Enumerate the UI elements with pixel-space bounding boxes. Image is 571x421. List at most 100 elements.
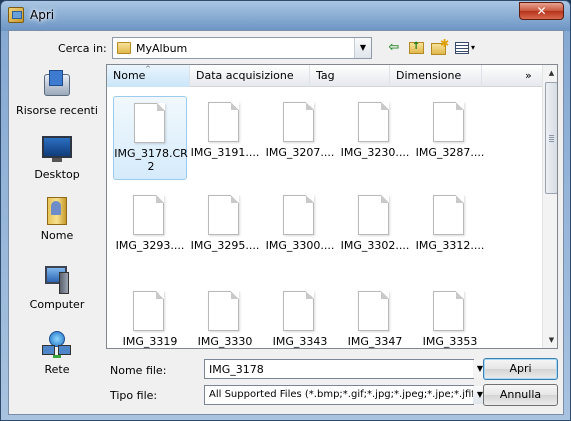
place-label: Rete — [44, 363, 70, 376]
place-network[interactable]: Rete — [9, 329, 105, 376]
vertical-scrollbar[interactable]: ▲ ▼ — [542, 65, 557, 348]
file-icon — [358, 195, 389, 235]
file-icon — [208, 102, 239, 142]
lookin-label: Cerca in: — [58, 42, 107, 55]
file-tile[interactable]: IMG_3230.... — [338, 96, 412, 180]
sort-ascending-icon: ^ — [145, 65, 151, 73]
computer-icon — [41, 264, 73, 296]
file-name: IMG_3293.... — [115, 239, 185, 252]
file-list-view[interactable]: ^ Nome Data acquisizione Tag Dimensione … — [106, 64, 558, 349]
file-tile[interactable]: IMG_3300.... — [263, 189, 337, 273]
file-name: IMG_3302.... — [340, 239, 410, 252]
file-icon — [208, 291, 239, 331]
up-arrow-icon: ↑ — [412, 41, 421, 52]
file-icon — [133, 195, 164, 235]
filetype-label: Tipo file: — [110, 389, 158, 402]
more-columns-button[interactable]: » — [517, 65, 542, 87]
file-name: IMG_3300.... — [265, 239, 335, 252]
file-name: IMG_3207.... — [265, 146, 335, 159]
network-icon — [41, 329, 73, 361]
filetype-select[interactable]: All Supported Files (*.bmp;*.gif;*.jpg;*… — [204, 385, 474, 405]
file-icon — [433, 291, 464, 331]
file-name: IMG_3353 — [422, 335, 478, 348]
column-header: ^ Nome Data acquisizione Tag Dimensione … — [107, 65, 542, 87]
file-tile[interactable]: IMG_3302.... — [338, 189, 412, 273]
column-label: Nome — [113, 69, 146, 82]
file-name: IMG_3230.... — [340, 146, 410, 159]
column-tag[interactable]: Tag — [310, 65, 390, 87]
file-icon — [358, 102, 389, 142]
lookin-combo[interactable]: MyAlbum ▼ — [112, 37, 372, 59]
place-recent[interactable]: Risorse recenti — [9, 70, 105, 117]
lookin-value: MyAlbum — [136, 42, 188, 55]
file-name: IMG_3295.... — [190, 239, 260, 252]
title-bar[interactable]: Apri ✕ — [1, 1, 570, 30]
scroll-down-arrow-icon[interactable]: ▼ — [544, 332, 557, 348]
views-icon — [455, 42, 469, 54]
file-name: IMG_3347 — [347, 335, 403, 348]
filename-label: Nome file: — [110, 364, 167, 377]
scroll-up-arrow-icon[interactable]: ▲ — [544, 65, 557, 82]
recent-places-icon — [41, 70, 73, 102]
back-button[interactable]: ⇦ — [385, 39, 403, 57]
cancel-button[interactable]: Annulla — [483, 384, 558, 406]
file-tile[interactable]: IMG_3293.... — [113, 189, 187, 273]
file-name: IMG_3191.... — [190, 146, 260, 159]
file-icon — [433, 195, 464, 235]
open-button[interactable]: Apri — [483, 358, 558, 380]
filename-input[interactable] — [204, 359, 474, 379]
file-name: IMG_3343 — [272, 335, 328, 348]
place-label: Nome — [40, 229, 74, 242]
file-icon — [283, 291, 314, 331]
user-folder-icon — [41, 195, 73, 227]
file-icon — [358, 291, 389, 331]
file-icon — [208, 195, 239, 235]
file-tile[interactable]: IMG_3191.... — [188, 96, 262, 180]
file-name: IMG_3287.... — [415, 146, 485, 159]
file-tile[interactable]: IMG_3312.... — [413, 189, 487, 273]
file-name: IMG_3178.CR2 — [114, 147, 188, 173]
views-menu-button[interactable]: ▾ — [454, 39, 480, 57]
column-date-taken[interactable]: Data acquisizione — [190, 65, 310, 87]
file-tile[interactable]: IMG_3207.... — [263, 96, 337, 180]
file-tile[interactable]: IMG_3178.CR2 — [113, 96, 188, 180]
sparkle-icon: ✱ — [440, 37, 450, 50]
file-tile[interactable]: IMG_3353 — [413, 285, 487, 348]
file-tile[interactable]: IMG_3287.... — [413, 96, 487, 180]
file-name: IMG_3312.... — [415, 239, 485, 252]
column-name[interactable]: ^ Nome — [107, 65, 190, 87]
file-icon — [134, 103, 165, 143]
file-name: IMG_3330 — [197, 335, 253, 348]
window-title: Apri — [30, 8, 55, 22]
places-bar: Risorse recenti Desktop Nome Computer Re… — [9, 64, 105, 414]
file-tile[interactable]: IMG_3295.... — [188, 189, 262, 273]
grip-icon — [549, 135, 554, 142]
desktop-icon — [41, 134, 73, 166]
place-label: Risorse recenti — [16, 104, 98, 117]
new-folder-button[interactable]: ✱ — [430, 37, 449, 57]
file-name: IMG_3319 — [122, 335, 178, 348]
place-desktop[interactable]: Desktop — [9, 134, 105, 181]
dialog-client-area: Cerca in: MyAlbum ▼ ⇦ ↑ ✱ ▾ Risorse rece… — [8, 30, 564, 415]
chevron-down-icon[interactable]: ▼ — [354, 38, 371, 58]
place-label: Computer — [29, 298, 85, 311]
file-tile[interactable]: IMG_3347 — [338, 285, 412, 348]
file-icon — [133, 291, 164, 331]
chevron-down-icon: ▾ — [471, 43, 476, 52]
file-icon — [283, 195, 314, 235]
file-tile[interactable]: IMG_3319 — [113, 285, 187, 348]
file-tile[interactable]: IMG_3343 — [263, 285, 337, 348]
file-icon — [433, 102, 464, 142]
place-computer[interactable]: Computer — [9, 264, 105, 311]
file-icon — [283, 102, 314, 142]
scrollbar-thumb[interactable] — [545, 82, 557, 194]
file-tile[interactable]: IMG_3330 — [188, 285, 262, 348]
app-icon — [8, 7, 24, 23]
column-size[interactable]: Dimensione — [390, 65, 482, 87]
place-label: Desktop — [34, 168, 80, 181]
close-button[interactable]: ✕ — [519, 2, 564, 20]
up-folder-button[interactable]: ↑ — [408, 39, 426, 57]
open-dialog-window: Apri ✕ Cerca in: MyAlbum ▼ ⇦ ↑ ✱ ▾ Risor… — [0, 0, 571, 421]
folder-icon — [117, 42, 131, 54]
place-user-folder[interactable]: Nome — [9, 195, 105, 242]
